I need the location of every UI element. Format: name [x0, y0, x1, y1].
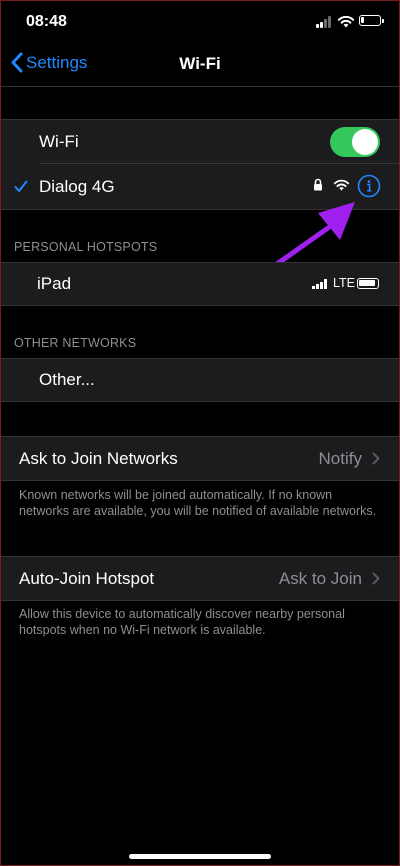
hotspot-row[interactable]: iPad LTE	[0, 263, 400, 305]
status-time: 08:48	[26, 13, 67, 30]
network-type-label: LTE	[333, 276, 355, 290]
wifi-toggle-label: Wi-Fi	[39, 132, 79, 151]
other-networks-group: Other...	[0, 358, 400, 402]
page-title: Wi-Fi	[179, 54, 221, 73]
auto-join-value: Ask to Join	[278, 569, 362, 588]
other-networks-header: OTHER NETWORKS	[14, 336, 137, 350]
ask-to-join-value: Notify	[318, 449, 362, 468]
checkmark-icon	[14, 180, 28, 192]
other-network-label: Other...	[39, 370, 95, 389]
chevron-right-icon	[372, 452, 380, 465]
connected-network-name: Dialog 4G	[39, 176, 115, 196]
ask-to-join-label: Ask to Join Networks	[19, 448, 178, 468]
personal-hotspots-header: PERSONAL HOTSPOTS	[14, 240, 158, 254]
home-indicator[interactable]	[129, 854, 271, 859]
wifi-toggle[interactable]	[330, 127, 380, 157]
battery-icon	[357, 278, 379, 289]
other-network-row[interactable]: Other...	[0, 359, 400, 401]
ask-to-join-note: Known networks will be joined automatica…	[19, 488, 377, 518]
hotspot-name: iPad	[37, 274, 72, 293]
auto-join-row[interactable]: Auto-Join Hotspot Ask to Join	[0, 557, 400, 600]
nav-divider	[0, 86, 400, 87]
auto-join-note: Allow this device to automatically disco…	[19, 607, 345, 637]
chevron-right-icon	[372, 572, 380, 585]
wifi-status-icon	[337, 15, 355, 28]
ask-to-join-row[interactable]: Ask to Join Networks Notify	[0, 437, 400, 480]
auto-join-label: Auto-Join Hotspot	[19, 568, 155, 588]
auto-join-group: Auto-Join Hotspot Ask to Join	[0, 556, 400, 601]
ask-to-join-group: Ask to Join Networks Notify	[0, 436, 400, 481]
nav-bar: Settings Wi-Fi	[0, 44, 400, 86]
cellular-signal-icon	[312, 279, 328, 289]
personal-hotspots-group: iPad LTE	[0, 262, 400, 306]
status-bar: 08:48	[0, 0, 400, 44]
wifi-toggle-row: Wi-Fi	[0, 120, 400, 164]
cellular-signal-icon	[316, 16, 334, 28]
battery-icon	[359, 15, 384, 26]
